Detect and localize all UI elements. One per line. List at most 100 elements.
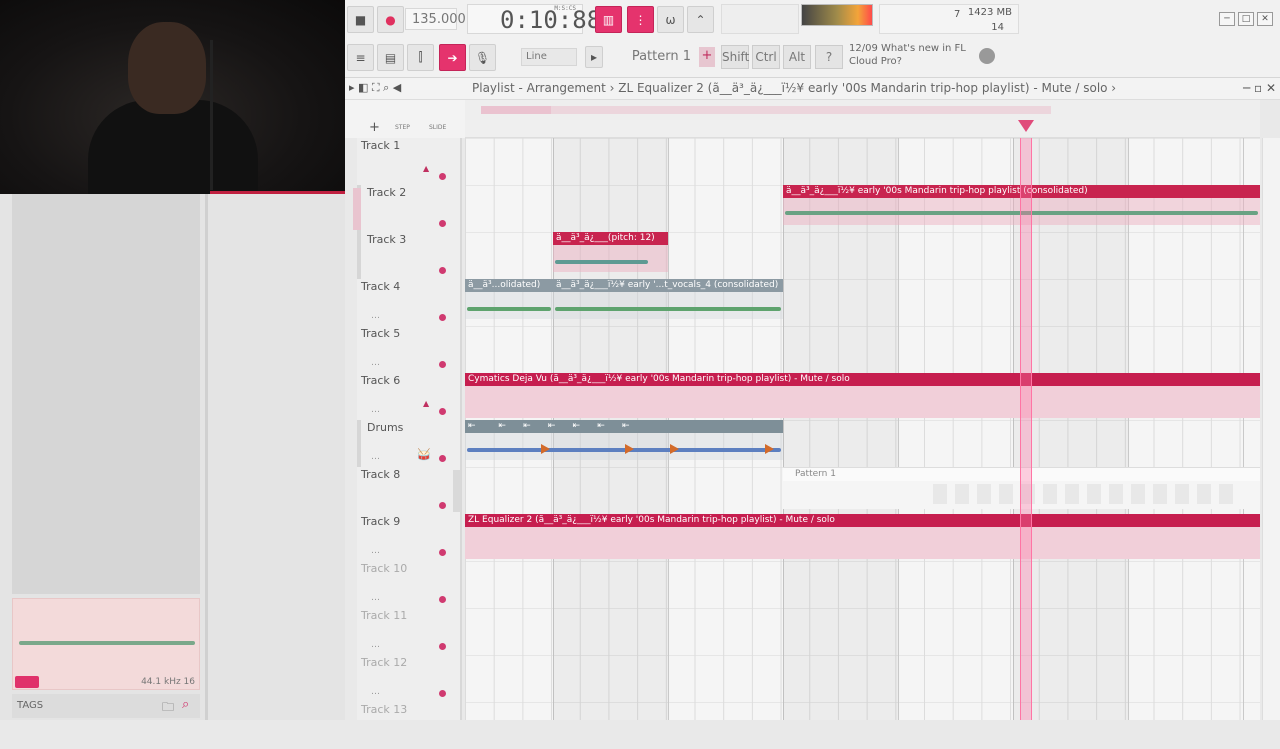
track-name[interactable]: Track 6: [361, 374, 400, 387]
snap-mode-select[interactable]: Line: [521, 48, 577, 66]
maximize-icon[interactable]: □: [1238, 12, 1254, 26]
playlist-window-controls[interactable]: ─ ▫ ✕: [1243, 78, 1276, 98]
track-name[interactable]: Track 2: [367, 186, 406, 199]
audio-clip[interactable]: ä__ä³...olidated): [465, 279, 553, 319]
search-icon[interactable]: ⌕: [182, 697, 189, 712]
browser-divider[interactable]: [205, 194, 208, 720]
preview-play-button[interactable]: [15, 676, 39, 688]
track-name[interactable]: Track 4: [361, 280, 400, 293]
alt-button[interactable]: Alt: [783, 45, 811, 69]
news-line-1: 12/09 What's new in FL: [849, 43, 966, 54]
track-header[interactable]: Drums … 🥁: [357, 420, 462, 467]
help-icon[interactable]: ?: [815, 45, 843, 69]
track-grip[interactable]: [357, 232, 361, 279]
step-edit-button[interactable]: ⋮: [627, 6, 654, 33]
track-grip[interactable]: [357, 420, 361, 467]
track-header[interactable]: Track 5 …: [357, 326, 462, 373]
mute-led[interactable]: [439, 690, 446, 697]
ctrl-button[interactable]: Ctrl: [752, 45, 780, 69]
microphone-icon[interactable]: 🎙: [469, 44, 496, 71]
track-dots: …: [371, 640, 380, 650]
track-resize-handle[interactable]: [453, 470, 461, 512]
playlist-overview-scroll[interactable]: [465, 100, 1260, 120]
track-header[interactable]: Track 4 …: [357, 279, 462, 326]
track-name[interactable]: Track 8: [361, 468, 400, 481]
overview-chunk: [551, 106, 1051, 114]
track-name[interactable]: Track 3: [367, 233, 406, 246]
drum-clip[interactable]: ⇤ ⇤ ⇤ ⇤ ⇤ ⇤ ⇤: [465, 420, 783, 460]
track-name[interactable]: Track 11: [361, 609, 407, 622]
stop-button[interactable]: ■: [347, 6, 374, 33]
track-header[interactable]: Track 1 ▲: [357, 138, 462, 185]
tags-label[interactable]: TAGS: [17, 700, 43, 711]
typing-keyboard-button[interactable]: ▥: [595, 6, 622, 33]
track-name[interactable]: Track 13: [361, 703, 407, 716]
close-icon[interactable]: ✕: [1257, 12, 1273, 26]
channel-rack-icon[interactable]: ➔: [439, 44, 466, 71]
expand-icon[interactable]: ▲: [423, 399, 429, 408]
add-track-icon[interactable]: +: [369, 120, 380, 135]
mute-led[interactable]: [439, 361, 446, 368]
mute-led[interactable]: [439, 643, 446, 650]
drum-icon: 🥁: [417, 448, 431, 461]
track-header[interactable]: Track 13: [357, 702, 462, 749]
folder-icon[interactable]: 🗀: [162, 698, 174, 719]
mute-led[interactable]: [439, 173, 446, 180]
track-header[interactable]: Track 12 …: [357, 655, 462, 702]
wait-input-button[interactable]: ⌃: [687, 6, 714, 33]
automation-clip[interactable]: ZL Equalizer 2 (ã__ä³_ä¿___ï½¥ early '00…: [465, 514, 1260, 559]
expand-icon[interactable]: ▲: [423, 164, 429, 173]
sample-preview[interactable]: 44.1 kHz 16: [12, 598, 200, 690]
mute-led[interactable]: [439, 596, 446, 603]
track-header[interactable]: Track 11 …: [357, 608, 462, 655]
online-icon[interactable]: [979, 48, 995, 64]
playhead[interactable]: [1020, 138, 1032, 720]
mute-led[interactable]: [439, 549, 446, 556]
mute-led[interactable]: [439, 455, 446, 462]
track-header[interactable]: Track 10 …: [357, 561, 462, 608]
timeline-ruler[interactable]: [465, 120, 1260, 138]
metronome-button[interactable]: ω: [657, 6, 684, 33]
piano-roll-icon[interactable]: ▤: [377, 44, 404, 71]
main-toolbar: ■ ● 135.000 0:10:88 M:S:CS ▥ ⋮ ω ⌃ 7 142…: [345, 0, 1280, 78]
tempo-display[interactable]: 135.000: [405, 8, 466, 30]
track-name[interactable]: Track 10: [361, 562, 407, 575]
track-header[interactable]: Track 8: [357, 467, 462, 514]
track-name[interactable]: Track 12: [361, 656, 407, 669]
minimize-icon[interactable]: ─: [1219, 12, 1235, 26]
playlist-nav-icons[interactable]: ▸ ◧ ⛶ ⌕ ◀: [349, 78, 401, 98]
browser-tree[interactable]: [12, 194, 200, 594]
audio-clip[interactable]: ä__ä³_ä¿___(pitch: 12): [553, 232, 668, 272]
track-name[interactable]: Track 5: [361, 327, 400, 340]
track-header[interactable]: Track 9 …: [357, 514, 462, 561]
track-header[interactable]: Track 2: [353, 185, 462, 232]
track-header[interactable]: Track 3: [357, 232, 462, 279]
mute-led[interactable]: [439, 314, 446, 321]
time-display[interactable]: 0:10:88 M:S:CS: [467, 4, 601, 34]
track-name[interactable]: Track 9: [361, 515, 400, 528]
playlist-grid[interactable]: ä__ä³_ä¿___ï½¥ early '00s Mandarin trip-…: [465, 138, 1260, 720]
vertical-scrollbar[interactable]: [1262, 138, 1280, 720]
mixer-icon[interactable]: ⫿: [407, 44, 434, 71]
add-pattern-button[interactable]: +: [699, 47, 715, 67]
transient-marker: [541, 444, 550, 454]
record-button[interactable]: ●: [377, 6, 404, 33]
track-dots: …: [371, 593, 380, 603]
playhead-marker[interactable]: [1018, 120, 1034, 132]
news-panel[interactable]: 12/09 What's new in FL Cloud Pro?: [849, 42, 999, 72]
track-resize-handle[interactable]: [353, 188, 361, 230]
track-name[interactable]: Drums: [367, 421, 403, 434]
mute-led[interactable]: [439, 267, 446, 274]
playlist-view-icon[interactable]: ≡: [347, 44, 374, 71]
shift-button[interactable]: Shift: [721, 45, 749, 69]
mute-led[interactable]: [439, 502, 446, 509]
audio-clip[interactable]: ä__ä³_ä¿___ï½¥ early '...t_vocals_4 (con…: [553, 279, 783, 319]
play-pattern-icon[interactable]: ▸: [585, 46, 603, 68]
mute-led[interactable]: [439, 408, 446, 415]
automation-clip[interactable]: Cymatics Deja Vu (ã__ä³_ä¿___ï½¥ early '…: [465, 373, 1260, 418]
playlist-titlebar[interactable]: ▸ ◧ ⛶ ⌕ ◀ Playlist - Arrangement › ZL Eq…: [345, 78, 1280, 100]
track-header[interactable]: Track 6 … ▲: [357, 373, 462, 420]
track-dots: …: [371, 311, 380, 321]
mute-led[interactable]: [439, 220, 446, 227]
track-name[interactable]: Track 1: [361, 139, 400, 152]
